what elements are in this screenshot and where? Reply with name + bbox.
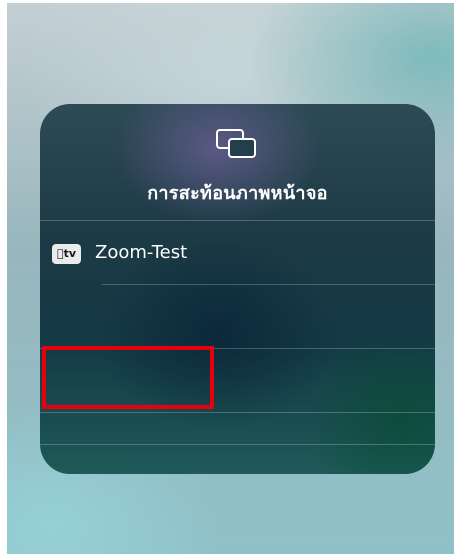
red-highlight-box [42, 346, 214, 409]
screen-mirroring-icon [216, 129, 256, 158]
tv-badge-text: tv [60, 247, 76, 260]
screen-mirroring-panel: การสะท้อนภาพหน้าจอ tv Zoom-Test [40, 104, 435, 474]
apple-logo-icon:  [57, 247, 64, 260]
apple-tv-icon: tv [52, 244, 81, 264]
panel-title: การสะท้อนภาพหน้าจอ [147, 183, 328, 204]
blurred-background: การสะท้อนภาพหน้าจอ tv Zoom-Test [7, 3, 454, 554]
row-divider [40, 444, 435, 445]
empty-device-row [40, 285, 435, 348]
device-name: Zoom-Test [95, 242, 188, 263]
device-row-zoom-test[interactable]: tv Zoom-Test [40, 220, 435, 284]
row-divider [40, 412, 435, 413]
